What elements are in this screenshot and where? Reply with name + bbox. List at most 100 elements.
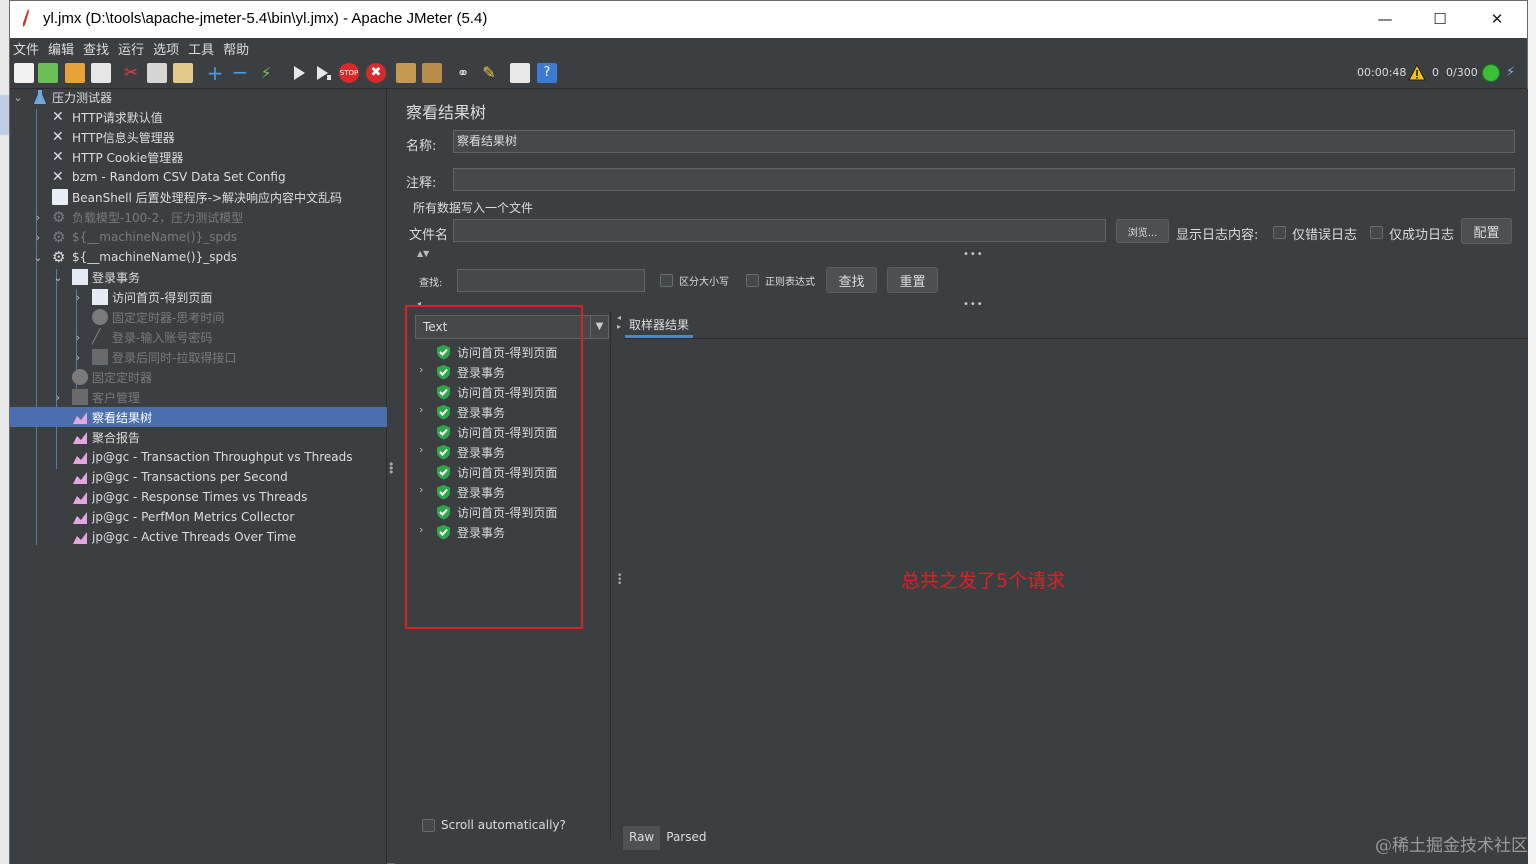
start-icon[interactable] [289, 63, 309, 83]
help-icon[interactable]: ? [537, 63, 557, 83]
scroll-auto-checkbox[interactable] [422, 819, 435, 832]
tree-node-http-defaults[interactable]: ✕ HTTP请求默认值 [10, 107, 387, 127]
paste-icon[interactable] [173, 63, 193, 83]
name-field[interactable]: 察看结果树 [453, 130, 1515, 153]
sampler-detail-area: 取样器结果 Raw Parsed [623, 312, 1528, 864]
menu-file[interactable]: 文件 [13, 39, 39, 58]
browse-button[interactable]: 浏览... [1116, 219, 1169, 243]
menu-tools[interactable]: 工具 [188, 39, 214, 58]
start-no-pause-icon[interactable] [313, 63, 333, 83]
log-viewer-icon[interactable]: ⚡ [1506, 65, 1522, 81]
tree-node-throughput-vs-threads[interactable]: jp@gc - Transaction Throughput vs Thread… [10, 447, 387, 467]
reset-button[interactable]: 重置 [887, 267, 938, 293]
comment-field[interactable] [453, 168, 1515, 191]
open-icon[interactable] [65, 63, 85, 83]
tree-node-random-csv[interactable]: ✕ bzm - Random CSV Data Set Config [10, 167, 387, 187]
thread-group-icon: ⚙ [52, 208, 66, 226]
shutdown-icon[interactable]: ✖ [366, 63, 386, 83]
collapse-arrows-icon[interactable]: ▲▼ [417, 249, 429, 258]
templates-icon[interactable] [38, 63, 58, 83]
tree-node-active-threads[interactable]: jp@gc - Active Threads Over Time [10, 527, 387, 547]
config-button[interactable]: 配置 [1461, 218, 1512, 244]
clear-icon[interactable] [396, 63, 416, 83]
search-icon[interactable]: ⚭ [453, 63, 473, 83]
sampler-icon [92, 289, 108, 305]
config-icon: ✕ [52, 169, 64, 185]
split-pane-handle-results[interactable]: • • • [617, 572, 622, 589]
errors-only-checkbox[interactable] [1273, 226, 1286, 239]
collapse-arrow-icon-2[interactable]: ◂ ▸ [617, 313, 621, 331]
listener-icon [73, 452, 87, 464]
close-icon[interactable]: ✕ [1474, 5, 1520, 33]
reset-search-icon[interactable]: ✎ [479, 63, 499, 83]
success-only-checkbox[interactable] [1370, 226, 1383, 239]
minimize-icon[interactable]: — [1362, 5, 1408, 33]
tree-node-visit-home[interactable]: › 访问首页-得到页面 [10, 287, 387, 307]
tree-node-header-manager[interactable]: ✕ HTTP信息头管理器 [10, 127, 387, 147]
collapse-icon[interactable]: − [230, 62, 250, 83]
stop-icon[interactable]: STOP [339, 63, 359, 83]
tree-node-test-plan[interactable]: ⌄ 压力测试器 [10, 87, 387, 107]
success-only-label: 仅成功日志 [1389, 228, 1455, 243]
config-icon: ✕ [52, 109, 64, 125]
copy-icon[interactable] [147, 63, 167, 83]
warning-icon[interactable] [1408, 64, 1426, 81]
postprocessor-icon [52, 189, 68, 205]
toggle-icon[interactable]: ⚡ [256, 63, 276, 83]
timer-icon [72, 369, 88, 385]
find-button[interactable]: 查找 [826, 267, 877, 293]
clear-all-icon[interactable] [422, 63, 442, 83]
thread-group-icon: ⚙ [52, 228, 66, 246]
search-label: 查找: [419, 278, 443, 289]
tab-sampler-result[interactable]: 取样器结果 [625, 314, 694, 338]
tree-node-fixed-timer[interactable]: 固定定时器 [10, 367, 387, 387]
tree-node-after-login[interactable]: › 登录后同时-拉取得接口 [10, 347, 387, 367]
new-icon[interactable] [14, 63, 34, 83]
annotation-highlight-box [405, 305, 583, 629]
tree-node-customer-mgmt[interactable]: › 客户管理 [10, 387, 387, 407]
divider-grip-2[interactable]: ••• [963, 299, 984, 310]
menu-edit[interactable]: 编辑 [48, 39, 74, 58]
background-window-left [0, 0, 9, 864]
tree-node-view-results-tree[interactable]: 察看结果树 [10, 407, 387, 427]
chevron-down-icon[interactable]: ▼ [590, 316, 608, 338]
case-sensitive-label: 区分大小写 [679, 277, 729, 288]
search-field[interactable] [457, 269, 645, 292]
tree-node-login-input[interactable]: › ╱ 登录-输入账号密码 [10, 327, 387, 347]
tab-parsed[interactable]: Parsed [660, 826, 712, 850]
tree-node-think-timer[interactable]: 固定定时器-思考时间 [10, 307, 387, 327]
tree-node-transactions-per-second[interactable]: jp@gc - Transactions per Second [10, 467, 387, 487]
regex-checkbox[interactable] [746, 274, 759, 287]
listener-icon [73, 492, 87, 504]
tab-raw[interactable]: Raw [623, 826, 661, 850]
tree-node-machine-spds-1[interactable]: › ⚙ ${__machineName()}_spds [10, 227, 387, 247]
split-pane-handle[interactable]: • • • [388, 459, 395, 478]
filename-label: 文件名 [409, 228, 449, 243]
tree-node-machine-spds-2[interactable]: ⌄ ⚙ ${__machineName()}_spds [10, 247, 387, 267]
warning-count: 0 [1432, 66, 1439, 79]
errors-only-label: 仅错误日志 [1292, 228, 1358, 243]
tree-node-login-transaction[interactable]: ⌄ 登录事务 [10, 267, 387, 287]
tree-node-response-times-vs-threads[interactable]: jp@gc - Response Times vs Threads [10, 487, 387, 507]
case-sensitive-checkbox[interactable] [660, 274, 673, 287]
cut-icon[interactable]: ✂ [121, 63, 141, 83]
listener-icon [73, 412, 87, 424]
divider-grip-1[interactable]: ••• [963, 249, 984, 260]
write-all-label: 所有数据写入一个文件 [413, 201, 534, 215]
tree-node-perfmon[interactable]: jp@gc - PerfMon Metrics Collector [10, 507, 387, 527]
toolbar: ✂ + − ⚡ STOP ✖ ⚭ ✎ ? 00:00:48 0 0/300 ⚡ [10, 59, 1527, 89]
tree-node-load-model[interactable]: › ⚙ 负载模型-100-2，压力测试模型 [10, 207, 387, 227]
save-icon[interactable] [91, 63, 111, 83]
menu-run[interactable]: 运行 [118, 39, 144, 58]
config-icon: ✕ [52, 149, 64, 165]
expand-icon[interactable]: + [205, 63, 225, 83]
menu-options[interactable]: 选项 [153, 39, 179, 58]
function-helper-icon[interactable] [510, 63, 530, 83]
tree-node-cookie-manager[interactable]: ✕ HTTP Cookie管理器 [10, 147, 387, 167]
menu-help[interactable]: 帮助 [223, 39, 249, 58]
tree-node-aggregate-report[interactable]: 聚合报告 [10, 427, 387, 447]
tree-node-beanshell[interactable]: BeanShell 后置处理程序->解决响应内容中文乱码 [10, 187, 387, 207]
maximize-icon[interactable]: ☐ [1417, 5, 1463, 33]
menu-search[interactable]: 查找 [83, 39, 109, 58]
filename-field[interactable] [453, 219, 1106, 242]
